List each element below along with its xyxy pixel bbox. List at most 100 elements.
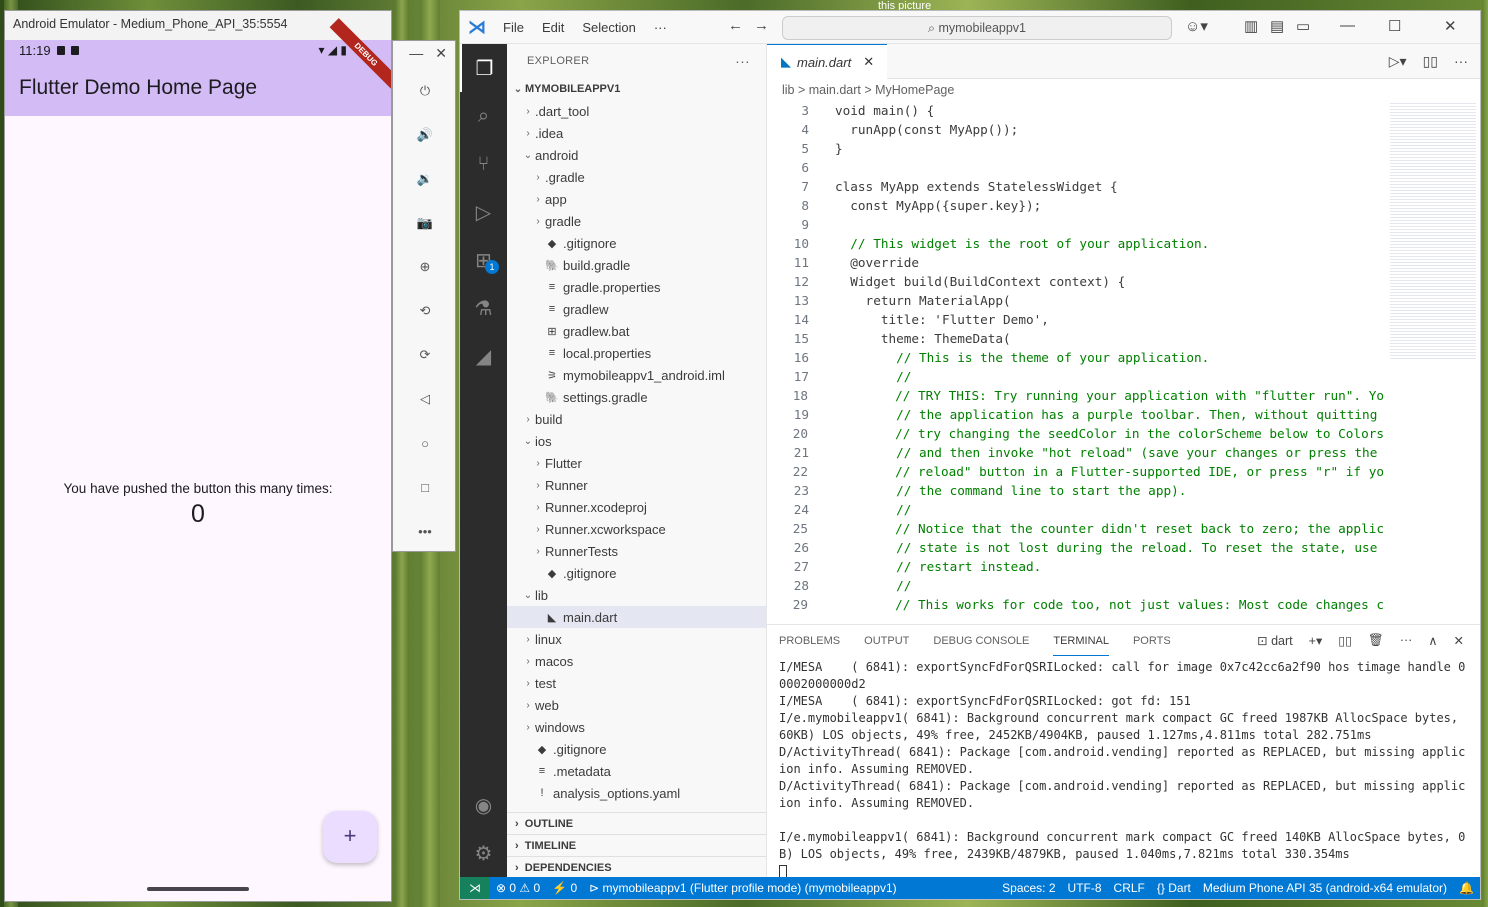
tree-item[interactable]: › .gradle xyxy=(507,166,766,188)
tree-item[interactable]: › RunnerTests xyxy=(507,540,766,562)
forward-arrow-icon[interactable]: → xyxy=(754,17,769,34)
camera-icon[interactable]: 📷 xyxy=(393,201,457,245)
problems-status[interactable]: ⊗ 0 ⚠ 0 xyxy=(490,881,546,895)
debug-session-status[interactable]: ⊳ mymobileappv1 (Flutter profile mode) (… xyxy=(583,881,903,895)
timeline-section[interactable]: › TIMELINE xyxy=(507,834,766,856)
zoom-icon[interactable]: ⊕ xyxy=(393,245,457,289)
tab-terminal[interactable]: TERMINAL xyxy=(1053,627,1109,656)
tree-item[interactable]: ◆ .gitignore xyxy=(507,738,766,760)
home-indicator[interactable] xyxy=(147,887,249,891)
tree-item[interactable]: ◆ .gitignore xyxy=(507,232,766,254)
tree-item[interactable]: ≡ local.properties xyxy=(507,342,766,364)
toggle-panel-icon[interactable]: ▭ xyxy=(1296,17,1310,35)
run-debug-dropdown-icon[interactable]: ▷▾ xyxy=(1389,53,1407,70)
home-icon[interactable]: ○ xyxy=(393,421,457,465)
tree-item[interactable]: › windows xyxy=(507,716,766,738)
minimize-window-icon[interactable]: — xyxy=(1340,17,1355,34)
tree-item[interactable]: ≡ gradle.properties xyxy=(507,276,766,298)
tree-item[interactable]: › app xyxy=(507,188,766,210)
indentation-status[interactable]: Spaces: 2 xyxy=(996,881,1061,895)
tree-item[interactable]: ⌄ android xyxy=(507,144,766,166)
panel-more-icon[interactable]: ··· xyxy=(1400,633,1413,648)
tab-debug-console[interactable]: DEBUG CONSOLE xyxy=(933,627,1029,655)
terminal-shell-selector[interactable]: ⊡ dart xyxy=(1257,633,1293,648)
tab-ports[interactable]: PORTS xyxy=(1133,627,1171,655)
tree-item[interactable]: › Runner.xcodeproj xyxy=(507,496,766,518)
volume-down-icon[interactable]: 🔉 xyxy=(393,157,457,201)
tree-item[interactable]: › Flutter xyxy=(507,452,766,474)
tree-item[interactable]: ◆ .gitignore xyxy=(507,562,766,584)
power-icon[interactable]: ⏻ xyxy=(393,69,457,113)
account-icon[interactable]: ◉ xyxy=(460,781,507,829)
tree-item[interactable]: › linux xyxy=(507,628,766,650)
tree-item[interactable]: ◣ main.dart xyxy=(507,606,766,628)
increment-fab-button[interactable]: + xyxy=(323,811,377,863)
testing-icon[interactable]: ⚗ xyxy=(460,284,507,332)
tree-item[interactable]: 🐘 settings.gradle xyxy=(507,386,766,408)
search-view-icon[interactable]: ⌕ xyxy=(460,92,507,140)
layout-icon[interactable]: ▥ xyxy=(1244,17,1258,35)
outline-section[interactable]: › OUTLINE xyxy=(507,812,766,834)
copilot-icon[interactable]: ☺▾ xyxy=(1185,17,1208,35)
maximize-panel-icon[interactable]: ∧ xyxy=(1428,633,1437,648)
menu-selection[interactable]: Selection xyxy=(573,20,644,35)
rotate-right-icon[interactable]: ⟳ xyxy=(393,333,457,377)
minimize-icon[interactable]: — xyxy=(409,45,423,69)
tree-item[interactable]: › test xyxy=(507,672,766,694)
editor-more-icon[interactable]: ··· xyxy=(1454,53,1468,70)
dependencies-section[interactable]: › DEPENDENCIES xyxy=(507,856,766,877)
tree-item[interactable]: ⌄ lib xyxy=(507,584,766,606)
device-status[interactable]: Medium Phone API 35 (android-x64 emulato… xyxy=(1197,881,1453,895)
menu-file[interactable]: File xyxy=(494,20,533,35)
back-icon[interactable]: ◁ xyxy=(393,377,457,421)
tree-item[interactable]: ⚞ mymobileappv1_android.iml xyxy=(507,364,766,386)
tree-item[interactable]: › .idea xyxy=(507,122,766,144)
toggle-sidebar-icon[interactable]: ▤ xyxy=(1270,17,1284,35)
rotate-left-icon[interactable]: ⟲ xyxy=(393,289,457,333)
tree-item[interactable]: › Runner.xcworkspace xyxy=(507,518,766,540)
tree-item[interactable]: › build xyxy=(507,408,766,430)
maximize-window-icon[interactable]: ☐ xyxy=(1388,17,1401,35)
notifications-bell-icon[interactable]: 🔔 xyxy=(1453,881,1480,895)
split-editor-icon[interactable]: ▯▯ xyxy=(1423,53,1438,70)
tab-problems[interactable]: PROBLEMS xyxy=(779,627,840,655)
tab-main-dart[interactable]: ◣ main.dart ✕ xyxy=(767,44,887,79)
terminal-output[interactable]: I/MESA ( 6841): exportSyncFdForQSRILocke… xyxy=(779,659,1466,880)
tree-item[interactable]: ⌄ ios xyxy=(507,430,766,452)
settings-gear-icon[interactable]: ⚙ xyxy=(460,829,507,877)
split-terminal-icon[interactable]: ▯▯ xyxy=(1338,633,1352,648)
minimap[interactable] xyxy=(1390,101,1476,361)
menu-more[interactable]: ··· xyxy=(645,20,676,35)
new-terminal-icon[interactable]: +▾ xyxy=(1309,633,1323,648)
tree-item[interactable]: ⊞ gradlew.bat xyxy=(507,320,766,342)
tree-item[interactable]: ≡ .metadata xyxy=(507,760,766,782)
overview-icon[interactable]: □ xyxy=(393,465,457,509)
run-debug-icon[interactable]: ▷ xyxy=(460,188,507,236)
tree-item[interactable]: ! analysis_options.yaml xyxy=(507,782,766,804)
more-icon[interactable]: ••• xyxy=(393,509,457,553)
trash-icon[interactable]: 🗑 xyxy=(1368,633,1384,648)
flutter-icon[interactable]: ◢ xyxy=(460,332,507,380)
menu-edit[interactable]: Edit xyxy=(533,20,573,35)
tab-output[interactable]: OUTPUT xyxy=(864,627,909,655)
tree-item[interactable]: › web xyxy=(507,694,766,716)
command-center-search[interactable]: ⌕ mymobileappv1 xyxy=(782,16,1172,40)
volume-up-icon[interactable]: 🔊 xyxy=(393,113,457,157)
tree-item[interactable]: › gradle xyxy=(507,210,766,232)
remote-indicator-icon[interactable]: ⋊ xyxy=(460,877,490,899)
encoding-status[interactable]: UTF-8 xyxy=(1062,881,1108,895)
close-panel-icon[interactable]: ✕ xyxy=(1454,633,1464,648)
close-window-icon[interactable]: ✕ xyxy=(1444,17,1457,35)
close-tab-icon[interactable]: ✕ xyxy=(863,54,874,70)
tree-item[interactable]: ⌄ MYMOBILEAPPV1 xyxy=(507,78,766,100)
close-icon[interactable]: ✕ xyxy=(435,45,447,69)
language-status[interactable]: {} Dart xyxy=(1151,881,1197,895)
code-editor[interactable]: 3 void main() {4 runApp(const MyApp()); 5}… xyxy=(767,101,1384,624)
breadcrumb[interactable]: lib > main.dart > MyHomePage xyxy=(767,79,1480,101)
more-actions-icon[interactable]: ··· xyxy=(735,53,750,69)
tree-item[interactable]: › .dart_tool xyxy=(507,100,766,122)
extensions-icon[interactable]: ⊞ 1 xyxy=(460,236,507,284)
tree-item[interactable]: › macos xyxy=(507,650,766,672)
tree-item[interactable]: 🐘 build.gradle xyxy=(507,254,766,276)
tree-item[interactable]: ≡ gradlew xyxy=(507,298,766,320)
